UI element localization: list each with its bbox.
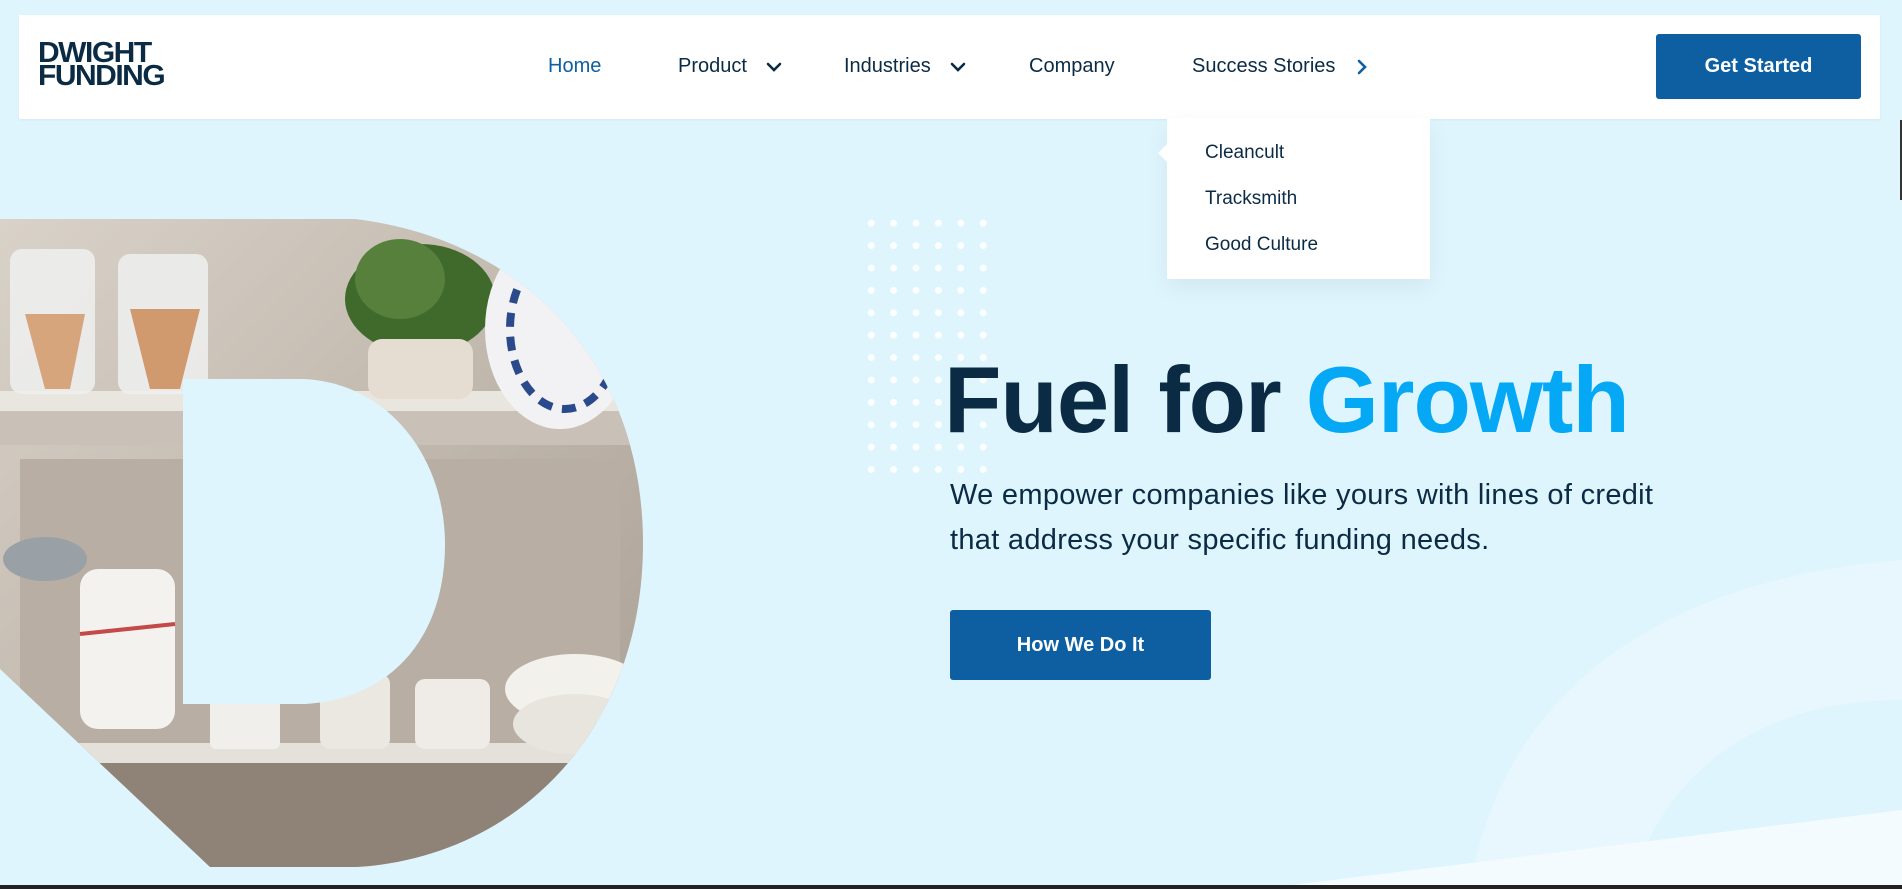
main-nav: Home Product Industries Company Success … bbox=[19, 15, 1880, 119]
headline-accent: Growth bbox=[1305, 347, 1630, 452]
success-stories-dropdown: Cleancult Tracksmith Good Culture bbox=[1158, 118, 1430, 279]
chevron-down-icon[interactable] bbox=[949, 58, 967, 76]
nav-item-industries[interactable]: Industries bbox=[844, 55, 967, 78]
nav-label-industries: Industries bbox=[844, 55, 931, 77]
chevron-down-icon[interactable] bbox=[765, 58, 783, 76]
dropdown-item-tracksmith[interactable]: Tracksmith bbox=[1205, 188, 1297, 210]
nav-item-company[interactable]: Company bbox=[1029, 55, 1115, 78]
get-started-button[interactable]: Get Started bbox=[1656, 34, 1861, 99]
nav-label-product: Product bbox=[678, 55, 747, 77]
bottom-border bbox=[0, 885, 1902, 889]
dropdown-item-cleancult[interactable]: Cleancult bbox=[1205, 142, 1284, 164]
site-header: DWIGHT FUNDING Home Product Industries C… bbox=[19, 15, 1880, 119]
nav-label-success-stories: Success Stories bbox=[1192, 55, 1336, 77]
hero-subtext: We empower companies like yours with lin… bbox=[950, 479, 1654, 556]
chevron-right-icon[interactable] bbox=[1353, 58, 1371, 76]
nav-label-home: Home bbox=[548, 55, 602, 77]
dropdown-item-good-culture[interactable]: Good Culture bbox=[1205, 234, 1318, 256]
nav-item-home[interactable]: Home bbox=[548, 55, 601, 78]
nav-label-company: Company bbox=[1029, 55, 1115, 77]
nav-item-success-stories[interactable]: Success Stories bbox=[1192, 55, 1371, 78]
how-we-do-it-button[interactable]: How We Do It bbox=[950, 610, 1211, 680]
hero-headline: Fuel for Growth bbox=[944, 346, 1630, 454]
nav-item-product[interactable]: Product bbox=[678, 55, 783, 78]
hero-kitchen-shelf-image bbox=[0, 219, 643, 867]
headline-text: Fuel for bbox=[944, 347, 1306, 452]
